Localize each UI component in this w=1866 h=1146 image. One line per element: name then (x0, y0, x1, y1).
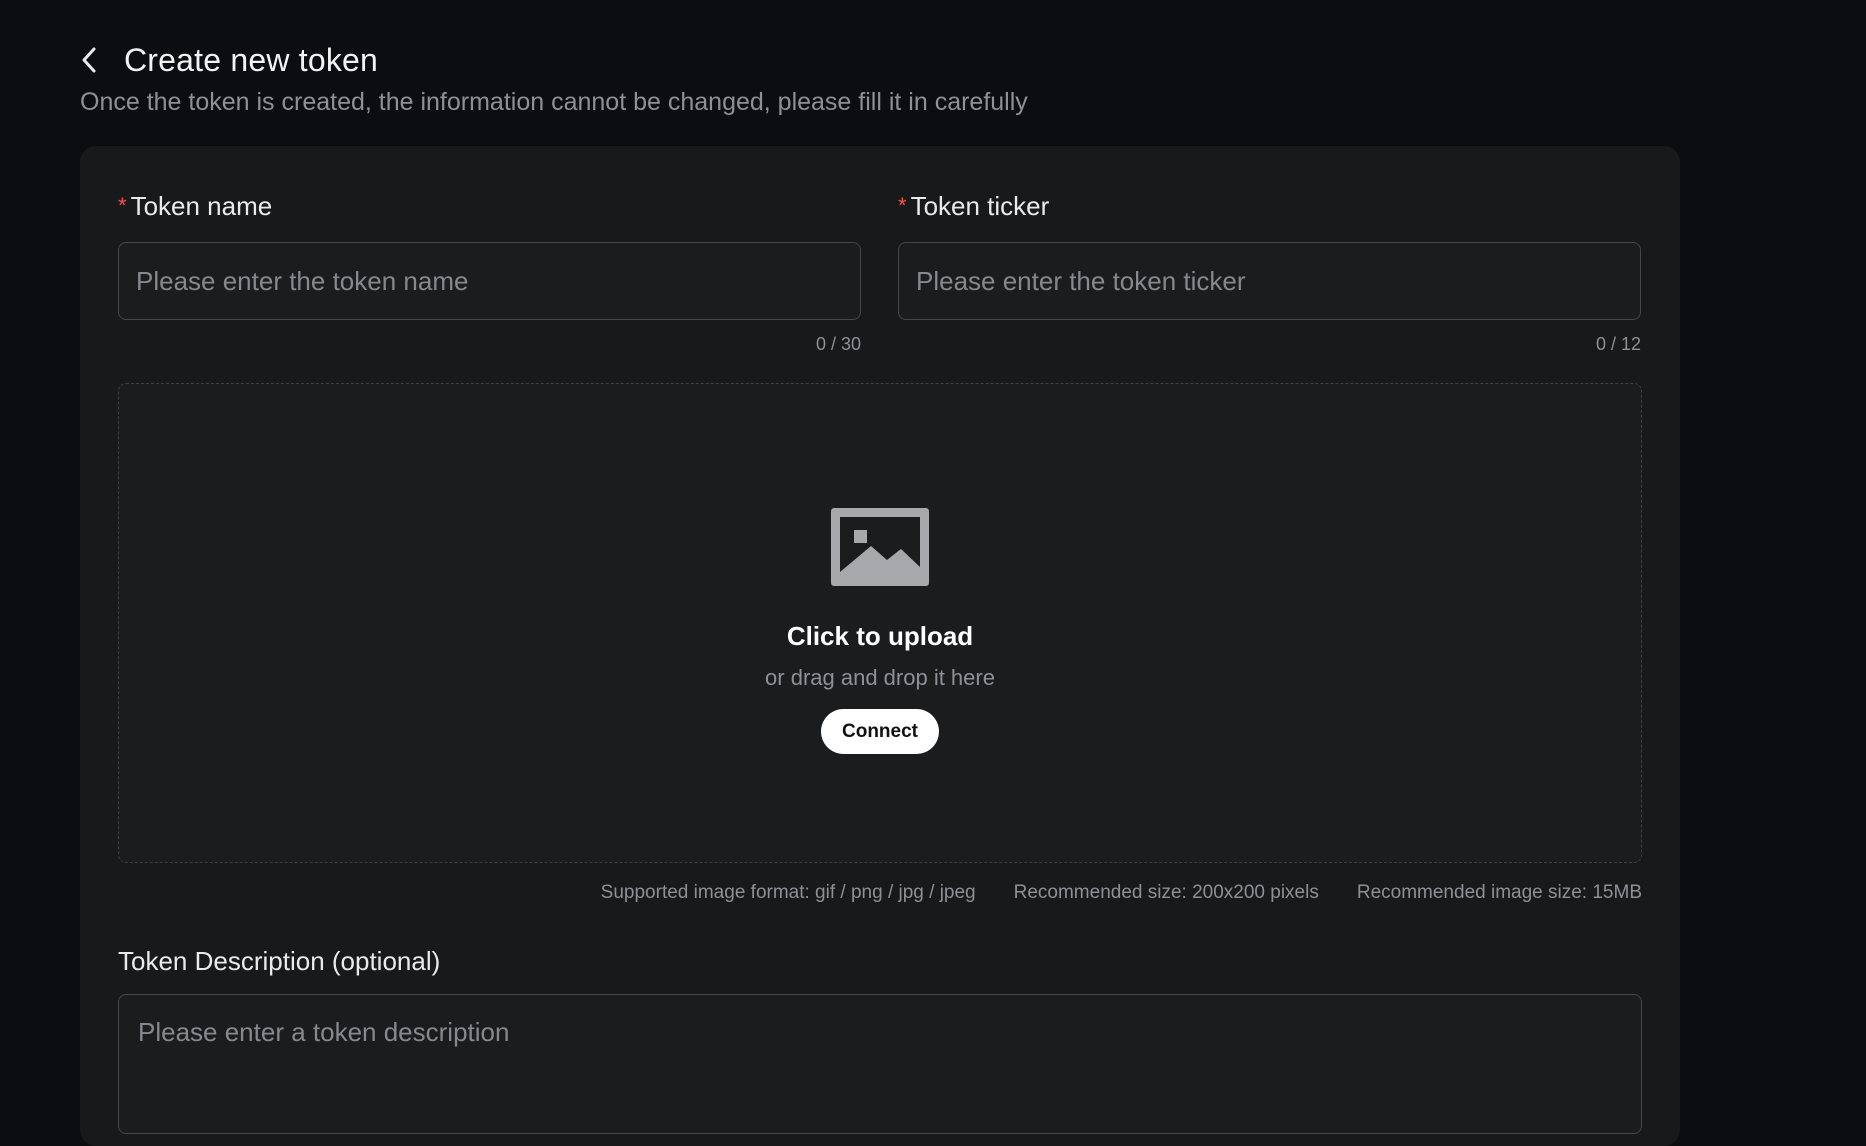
token-name-label-row: * Token name (118, 190, 861, 222)
required-mark: * (118, 193, 127, 218)
image-filesize-hint: Recommended image size: 15MB (1356, 882, 1642, 903)
image-format-hint: Supported image format: gif / png / jpg … (600, 882, 976, 903)
image-dimensions-hint: Recommended size: 200x200 pixels (1013, 882, 1319, 903)
token-description-label: Token Description (optional) (118, 946, 441, 976)
token-name-counter: 0 / 30 (815, 334, 861, 354)
token-ticker-label-row: * Token ticker (898, 190, 1641, 222)
token-ticker-input[interactable] (898, 242, 1641, 320)
page-header: Create new token Once the token is creat… (80, 38, 1680, 117)
token-ticker-field: *Token ticker 0 / 12 (898, 190, 1641, 355)
back-button[interactable] (80, 38, 106, 82)
token-name-label: Token name (130, 191, 273, 221)
upload-subtitle: or drag and drop it here (765, 665, 995, 690)
token-name-field: *Token name 0 / 30 (118, 190, 861, 355)
token-ticker-label: Token ticker (910, 191, 1050, 221)
token-ticker-counter: 0 / 12 (1595, 334, 1641, 354)
create-token-form: *Token name 0 / 30 *Token ticker 0 / 12 … (80, 146, 1680, 1146)
upload-title: Click to upload (786, 621, 974, 651)
image-upload-dropzone[interactable]: Click to upload or drag and drop it here… (118, 383, 1642, 863)
page-title: Create new token (124, 41, 379, 78)
chevron-left-icon (82, 47, 96, 73)
token-name-input[interactable] (118, 242, 861, 320)
page-subtitle: Once the token is created, the informati… (80, 88, 1028, 116)
title-row: Create new token (80, 38, 1680, 82)
required-mark: * (898, 193, 907, 218)
upload-hints: Supported image format: gif / png / jpg … (601, 882, 1642, 904)
connect-button[interactable]: Connect (821, 709, 939, 754)
token-description-input[interactable] (118, 994, 1642, 1134)
image-icon (831, 508, 929, 586)
